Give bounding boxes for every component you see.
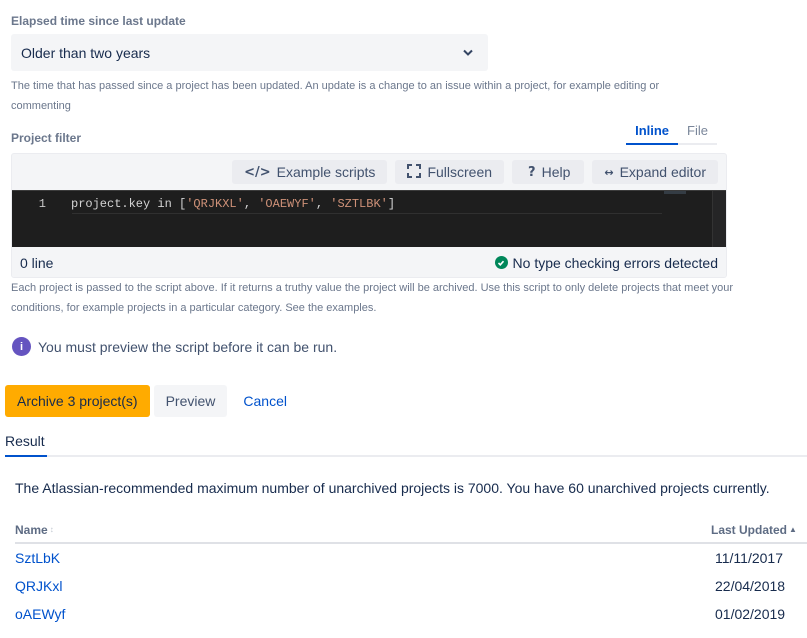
project-filter-label: Project filter [11,131,82,145]
column-last-updated-label: Last Updated [711,523,788,537]
code-text: project.key in ['QRJKXL', 'OAEWYF', 'SZT… [71,197,395,214]
tab-file[interactable]: File [678,120,717,145]
table-row: oAEWyf 01/02/2019 [15,600,807,628]
editor-toolbar: </> Example scripts Fullscreen ? Help ↔ … [12,154,726,190]
elapsed-time-help: The time that has passed since a project… [11,80,660,112]
sort-ascending-icon: ▲ [789,525,797,534]
code-separator: , [315,197,331,211]
code-line: 1 project.key in ['QRJKXL', 'OAEWYF', 'S… [12,197,726,214]
tab-inline[interactable]: Inline [626,120,679,145]
sort-icon: ↕ [49,525,54,534]
help-button[interactable]: ? Help [512,160,585,184]
project-name-link[interactable]: QRJKxl [15,578,62,594]
project-name-link[interactable]: oAEWyf [15,606,65,622]
editor-footer: 0 line No type checking errors detected [12,247,726,277]
code-separator: , [243,197,259,211]
editor-scrollbar[interactable] [712,191,726,247]
column-name-header[interactable]: Name ↕ [15,520,54,540]
type-check-text: No type checking errors detected [512,254,718,271]
fullscreen-button[interactable]: Fullscreen [395,160,505,184]
column-name-label: Name [15,523,48,537]
elapsed-time-label: Elapsed time since last update [11,14,186,28]
minimap [664,191,686,194]
result-tabs: Result [5,433,807,457]
line-number: 1 [38,197,46,211]
project-last-updated: 11/11/2017 [715,550,783,566]
code-suffix: ] [387,197,396,211]
current-line-highlight [72,213,662,214]
expand-editor-label: Expand editor [619,164,706,180]
code-string: 'OAEWYF' [258,197,316,211]
preview-required-text: You must preview the script before it ca… [38,338,338,355]
code-prefix: project.key in [ [71,197,187,211]
archive-button[interactable]: Archive 3 project(s) [5,385,150,417]
chevron-down-icon [462,47,474,59]
tab-result[interactable]: Result [5,433,47,457]
check-circle-icon [494,256,508,269]
fullscreen-icon [407,163,422,181]
table-row: QRJKxl 22/04/2018 [15,572,807,600]
action-buttons: Archive 3 project(s) Preview Cancel [5,385,299,417]
code-area[interactable]: 1 project.key in ['QRJKXL', 'OAEWYF', 'S… [12,190,726,247]
project-last-updated: 22/04/2018 [715,578,786,594]
projects-table: Name ↕ Last Updated ▲ SztLbK 11/11/2017 … [15,520,807,628]
example-scripts-label: Example scripts [276,164,376,180]
elapsed-time-select[interactable]: Older than two years [11,34,488,71]
info-icon: i [12,337,31,356]
line-count: 0 line [20,254,54,271]
example-scripts-button[interactable]: </> Example scripts [232,160,388,184]
preview-required-message: i You must preview the script before it … [12,337,337,356]
table-header: Name ↕ Last Updated ▲ [15,520,807,544]
preview-button[interactable]: Preview [153,385,228,417]
type-check-status: No type checking errors detected [494,254,718,271]
code-string: 'QRJKXL' [186,197,244,211]
table-row: SztLbK 11/11/2017 [15,544,807,572]
project-filter-help: Each project is passed to the script abo… [11,282,734,314]
script-editor: </> Example scripts Fullscreen ? Help ↔ … [11,153,727,278]
help-label: Help [541,164,571,180]
expand-editor-button[interactable]: ↔ Expand editor [592,160,718,184]
code-icon: </> [244,164,271,180]
cancel-button[interactable]: Cancel [231,385,299,417]
expand-arrows-icon: ↔ [604,165,614,179]
elapsed-time-value: Older than two years [21,44,151,61]
question-icon: ? [528,164,536,180]
script-source-tabs: Inline File [626,120,717,145]
column-last-updated-header[interactable]: Last Updated ▲ [711,520,807,540]
project-name-link[interactable]: SztLbK [15,550,60,566]
fullscreen-label: Fullscreen [427,164,493,180]
code-string: 'SZTLBK' [330,197,388,211]
projects-summary: The Atlassian-recommended maximum number… [15,480,770,496]
project-last-updated: 01/02/2019 [715,606,786,622]
